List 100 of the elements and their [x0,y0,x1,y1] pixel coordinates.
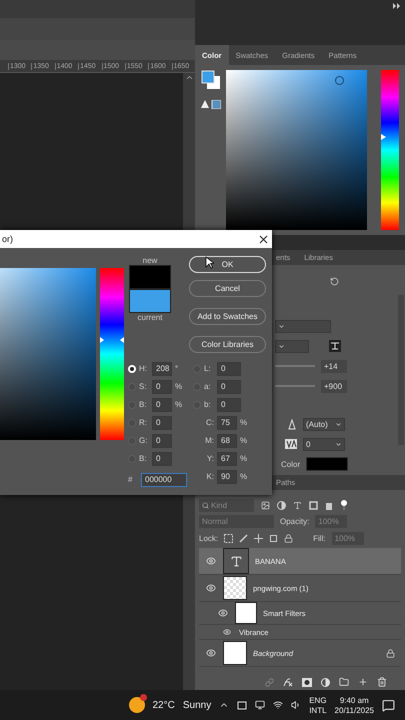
value-field[interactable]: 0 [152,434,172,448]
text-warp-icon[interactable] [329,340,341,352]
hue-slider-handle[interactable] [100,337,104,344]
hex-label: # [128,475,134,484]
unit-label: ° [175,364,180,373]
leading-icon [287,418,297,430]
dialog-title: or) [2,234,13,244]
unit-label: % [240,418,248,427]
shape-filter-icon[interactable] [309,500,318,510]
swatch-label: new [142,256,158,265]
clock[interactable]: 9:40 am 20/11/2025 [334,696,374,714]
field-label: B: [139,400,148,409]
visibility-eye-icon[interactable] [206,583,216,593]
unit-label: % [175,382,183,391]
adjustment-icon[interactable] [321,678,330,686]
artboard-icon[interactable] [269,534,278,542]
hue-marker-icon [120,337,124,344]
field-label: M: [204,436,214,445]
gamut-warning-icon [201,100,221,109]
field-label: G: [139,436,148,445]
caret-icon [278,342,285,350]
unit-label: % [240,436,248,445]
lock-all-icon[interactable] [284,534,294,542]
value-field[interactable]: 75 [217,416,237,430]
delete-icon[interactable] [377,677,387,687]
leading-dropdown[interactable]: (Auto) [303,418,345,430]
hue-slider[interactable] [381,70,399,230]
volume-icon[interactable] [291,700,302,710]
type-layer-thumbnail [223,548,249,574]
field-label: B: [139,454,148,463]
color-label: Color [281,460,300,468]
adjustment-filter-icon[interactable] [277,500,286,510]
value-field[interactable]: +14 [321,360,347,372]
filter-mask-thumbnail [235,602,257,624]
visibility-eye-icon[interactable] [223,628,231,636]
value-field[interactable]: 67 [217,452,237,466]
collapse-panels-icon[interactable] [393,3,401,9]
weather-icon [128,697,144,713]
visibility-eye-icon[interactable] [206,556,216,566]
dropdown-value: 0 [306,440,310,448]
visibility-eye-icon[interactable] [206,648,216,658]
dialog-button[interactable]: Color Libraries [189,336,266,353]
caret-icon [335,420,342,428]
fill-label: Fill: [313,534,326,542]
new-layer-icon[interactable] [358,677,368,687]
network-icon[interactable] [273,700,284,710]
cursor-icon [205,256,214,269]
caret-icon [278,322,285,330]
field-label: b: [204,400,212,409]
field-label: H: [139,364,148,373]
mask-icon[interactable] [302,678,312,686]
dropdown-value: (Auto) [306,420,328,428]
move-icon[interactable] [254,534,264,542]
value-field[interactable]: 0 [152,380,172,394]
lock-pixels-icon[interactable] [224,534,234,542]
hex-field[interactable]: 000000 [141,472,187,486]
filter-toggle-icon[interactable] [341,500,347,510]
value-field[interactable]: 68 [217,434,237,448]
value-field[interactable]: 0 [217,398,241,412]
field-label: S: [139,382,148,391]
unit-label: % [175,400,183,409]
value-field[interactable]: 90 [217,470,237,484]
caret-icon [335,440,342,448]
dialog-button[interactable]: Add to Swatches [189,308,266,325]
swatch-label: current [138,313,162,322]
reset-icon[interactable] [330,276,338,286]
display-icon[interactable] [255,700,266,710]
color-field[interactable] [226,70,368,230]
scroll-up-icon[interactable] [184,73,194,82]
value-field[interactable]: 0 [217,380,241,394]
color-field[interactable] [0,268,96,440]
value-field[interactable]: 0 [217,362,241,376]
close-icon[interactable] [259,234,268,244]
unit-label: % [240,472,248,481]
background-thumbnail [223,641,247,665]
field-label: Y: [206,454,214,463]
value-field[interactable]: 208 [152,362,172,376]
field-label: K: [205,472,214,481]
smart-object-thumbnail [223,576,247,600]
language-indicator[interactable]: ENG INTL [309,696,327,714]
group-icon[interactable] [339,677,349,687]
text-color-swatch[interactable] [306,457,348,471]
pixel-filter-icon[interactable] [261,500,270,510]
layer-style-icon[interactable] [283,678,293,686]
opacity-label: Opacity: [280,516,310,526]
hue-slider-handle[interactable] [381,134,386,140]
value-field[interactable]: 0 [152,398,172,412]
foreground-background-swatch-icon[interactable] [201,70,221,90]
visibility-eye-icon[interactable] [218,608,228,618]
field-label: L: [204,364,212,373]
hue-slider[interactable] [100,268,124,440]
weather-label: Sunny [182,700,212,710]
type-filter-icon[interactable] [293,500,302,510]
kerning-dropdown[interactable]: 0 [303,438,345,450]
value-field[interactable]: 0 [152,416,172,430]
dialog-button[interactable]: Cancel [189,280,266,297]
value-field[interactable]: 0 [152,452,172,466]
value-field[interactable]: +900 [321,380,347,392]
notifications-icon[interactable] [382,698,395,712]
dialog-button[interactable]: OK [189,256,266,273]
